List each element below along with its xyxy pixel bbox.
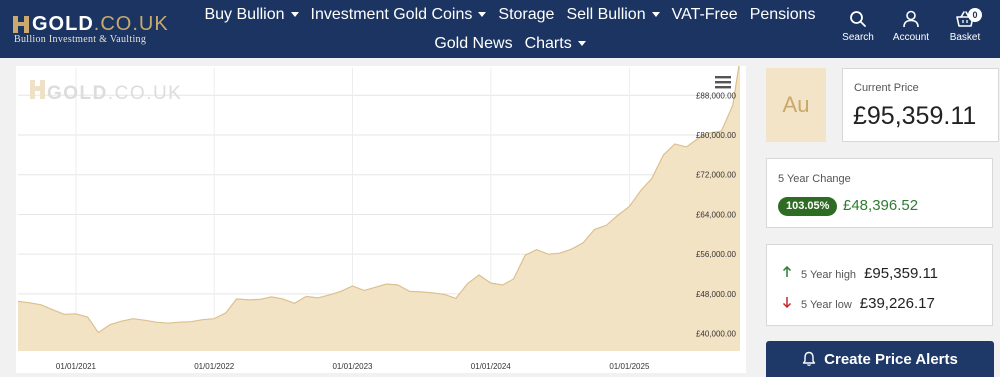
nav-item-buy-bullion[interactable]: Buy Bullion: [204, 5, 299, 24]
account-button[interactable]: Account: [886, 10, 936, 43]
caret-down-icon: [478, 12, 487, 17]
chart-menu-icon[interactable]: [715, 76, 731, 89]
change-percent-badge: 103.05%: [778, 197, 838, 216]
current-price-label: Current Price: [854, 82, 919, 94]
x-tick-label: 01/01/2024: [471, 362, 512, 371]
menu-bar: [715, 76, 731, 79]
high-low-card: 5 Year high £95,359.11 5 Year low £39,22…: [766, 244, 993, 326]
menu-bar: [715, 81, 731, 84]
nav-item-label: Storage: [498, 5, 555, 23]
logo-wordmark: GOLD.CO.UK: [32, 13, 169, 35]
metal-symbol-tile: Au: [766, 68, 826, 142]
x-tick-label: 01/01/2022: [194, 362, 235, 371]
account-label: Account: [892, 32, 930, 43]
menu-bar: [715, 86, 731, 89]
caret-down-icon: [651, 12, 660, 17]
y-tick-label: £64,000.00: [696, 210, 737, 219]
site-header: GOLD.CO.UK Bullion Investment & Vaulting…: [0, 0, 1000, 58]
five-year-high-label: 5 Year high: [801, 269, 857, 281]
nav-item-sell-bullion[interactable]: Sell Bullion: [566, 5, 660, 24]
logo-tagline: Bullion Investment & Vaulting: [14, 34, 147, 45]
current-price-card: Current Price £95,359.11: [842, 68, 999, 142]
search-button[interactable]: Search: [833, 10, 883, 43]
change-absolute-value: £48,396.52: [843, 197, 919, 214]
x-tick-label: 01/01/2021: [56, 362, 97, 371]
five-year-change-card: 5 Year Change 103.05% £48,396.52: [766, 158, 993, 228]
basket-count-badge: 0: [968, 8, 982, 22]
y-tick-label: £80,000.00: [696, 131, 737, 140]
basket-label: Basket: [949, 32, 981, 43]
nav-item-charts[interactable]: Charts: [525, 35, 586, 53]
nav-item-investment-gold-coins[interactable]: Investment Gold Coins: [311, 6, 487, 24]
y-tick-label: £72,000.00: [696, 171, 737, 180]
nav-item-label: Sell Bullion: [566, 5, 646, 23]
five-year-low-label: 5 Year low: [801, 299, 852, 311]
arrow-up-icon: [782, 266, 792, 277]
nav-item-pensions[interactable]: Pensions: [750, 6, 816, 24]
nav-item-gold-news[interactable]: Gold News: [434, 35, 512, 53]
nav-item-storage[interactable]: Storage: [498, 6, 554, 24]
gold-bar-logo-icon: [13, 16, 29, 33]
nav-item-label: Investment Gold Coins: [310, 5, 473, 23]
nav-item-label: Pensions: [749, 5, 816, 23]
watermark-gold-bar-icon: [30, 80, 45, 99]
caret-down-icon: [290, 12, 299, 17]
nav-row-secondary: Gold News Charts: [200, 29, 820, 58]
main-navigation: Buy Bullion Investment Gold Coins Storage S…: [200, 0, 820, 58]
watermark-wordmark: GOLD.CO.UK: [47, 83, 182, 104]
five-year-high-value: £95,359.11: [864, 265, 939, 282]
account-icon: [903, 10, 919, 28]
price-chart-panel: GOLD.CO.UK £40,000.00 £48,000.00 £56,000.00…: [16, 66, 746, 373]
basket-button[interactable]: Basket 0: [940, 8, 990, 43]
caret-down-icon: [577, 41, 586, 46]
y-tick-label: £48,000.00: [696, 290, 737, 299]
nav-item-label: VAT-Free: [671, 5, 738, 23]
nav-row-primary: Buy Bullion Investment Gold Coins Storage S…: [200, 0, 820, 29]
nav-item-label: Gold News: [434, 34, 513, 52]
nav-item-label: Charts: [524, 34, 572, 52]
x-tick-label: 01/01/2025: [609, 362, 650, 371]
search-label: Search: [842, 32, 874, 43]
chart-watermark: GOLD.CO.UK: [30, 80, 182, 104]
y-tick-label: £88,000.00: [696, 91, 737, 100]
five-year-low-value: £39,226.17: [859, 295, 935, 312]
nav-item-label: Buy Bullion: [204, 5, 285, 23]
nav-item-vat-free[interactable]: VAT-Free: [672, 6, 738, 24]
price-area-fill: [18, 66, 740, 351]
current-price-value: £95,359.11: [853, 102, 977, 130]
price-chart[interactable]: GOLD.CO.UK £40,000.00 £48,000.00 £56,000.00…: [16, 66, 746, 373]
five-year-high-row: 5 Year high £95,359.11: [781, 265, 938, 282]
search-icon: [850, 11, 866, 27]
five-year-change-label: 5 Year Change: [778, 173, 851, 185]
x-tick-label: 01/01/2023: [332, 362, 373, 371]
bell-icon: [802, 351, 816, 366]
create-price-alerts-label: Create Price Alerts: [824, 350, 958, 368]
arrow-down-icon: [782, 297, 792, 308]
five-year-low-row: 5 Year low £39,226.17: [781, 295, 935, 312]
create-price-alerts-button[interactable]: Create Price Alerts: [766, 341, 994, 377]
y-tick-label: £40,000.00: [696, 330, 737, 339]
y-tick-label: £56,000.00: [696, 250, 737, 259]
